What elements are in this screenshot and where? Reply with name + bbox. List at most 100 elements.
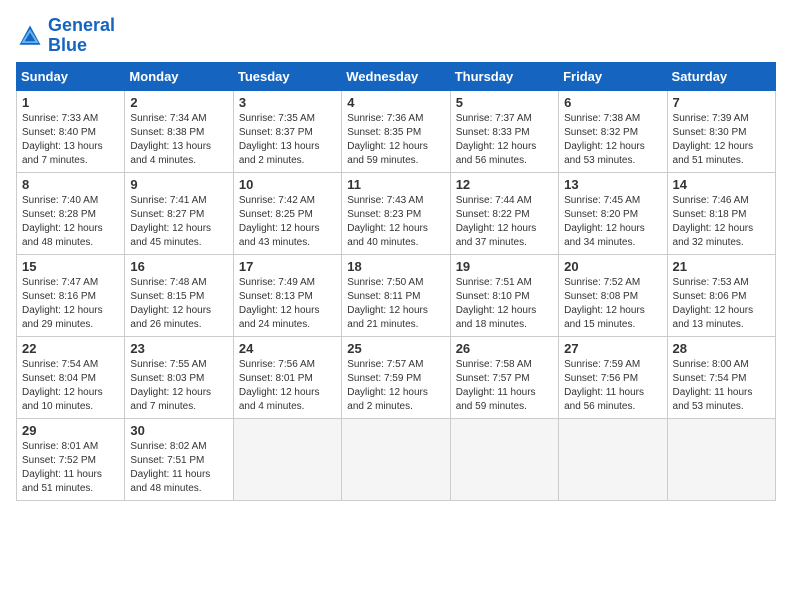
- calendar-cell: 9 Sunrise: 7:41 AMSunset: 8:27 PMDaylight…: [125, 172, 233, 254]
- day-number: 15: [22, 259, 119, 274]
- cell-info: Sunrise: 7:54 AMSunset: 8:04 PMDaylight:…: [22, 358, 119, 414]
- calendar-cell: [450, 418, 558, 500]
- calendar-cell: 28 Sunrise: 8:00 AMSunset: 7:54 PMDayligh…: [667, 336, 775, 418]
- day-number: 16: [130, 259, 227, 274]
- col-header-thursday: Thursday: [450, 62, 558, 90]
- day-number: 1: [22, 95, 119, 110]
- calendar-cell: 13 Sunrise: 7:45 AMSunset: 8:20 PMDayligh…: [559, 172, 667, 254]
- cell-info: Sunrise: 7:37 AMSunset: 8:33 PMDaylight:…: [456, 112, 553, 168]
- day-number: 27: [564, 341, 661, 356]
- calendar-cell: 10 Sunrise: 7:42 AMSunset: 8:25 PMDayligh…: [233, 172, 341, 254]
- day-number: 7: [673, 95, 770, 110]
- day-number: 4: [347, 95, 444, 110]
- calendar-cell: 1 Sunrise: 7:33 AMSunset: 8:40 PMDaylight…: [17, 90, 125, 172]
- week-row-2: 8 Sunrise: 7:40 AMSunset: 8:28 PMDaylight…: [17, 172, 776, 254]
- cell-info: Sunrise: 7:57 AMSunset: 7:59 PMDaylight:…: [347, 358, 444, 414]
- calendar-cell: 16 Sunrise: 7:48 AMSunset: 8:15 PMDayligh…: [125, 254, 233, 336]
- calendar-cell: 7 Sunrise: 7:39 AMSunset: 8:30 PMDaylight…: [667, 90, 775, 172]
- cell-info: Sunrise: 7:40 AMSunset: 8:28 PMDaylight:…: [22, 194, 119, 250]
- day-number: 6: [564, 95, 661, 110]
- cell-info: Sunrise: 7:44 AMSunset: 8:22 PMDaylight:…: [456, 194, 553, 250]
- cell-info: Sunrise: 7:38 AMSunset: 8:32 PMDaylight:…: [564, 112, 661, 168]
- week-row-3: 15 Sunrise: 7:47 AMSunset: 8:16 PMDayligh…: [17, 254, 776, 336]
- logo-icon: [16, 22, 44, 50]
- calendar-cell: 23 Sunrise: 7:55 AMSunset: 8:03 PMDayligh…: [125, 336, 233, 418]
- cell-info: Sunrise: 7:50 AMSunset: 8:11 PMDaylight:…: [347, 276, 444, 332]
- day-number: 9: [130, 177, 227, 192]
- calendar-cell: 26 Sunrise: 7:58 AMSunset: 7:57 PMDayligh…: [450, 336, 558, 418]
- day-number: 21: [673, 259, 770, 274]
- calendar-cell: 19 Sunrise: 7:51 AMSunset: 8:10 PMDayligh…: [450, 254, 558, 336]
- day-number: 5: [456, 95, 553, 110]
- cell-info: Sunrise: 8:00 AMSunset: 7:54 PMDaylight:…: [673, 358, 770, 414]
- calendar-cell: 30 Sunrise: 8:02 AMSunset: 7:51 PMDayligh…: [125, 418, 233, 500]
- cell-info: Sunrise: 7:58 AMSunset: 7:57 PMDaylight:…: [456, 358, 553, 414]
- day-number: 26: [456, 341, 553, 356]
- logo: GeneralBlue: [16, 16, 115, 56]
- calendar-cell: [342, 418, 450, 500]
- day-number: 18: [347, 259, 444, 274]
- calendar-cell: 3 Sunrise: 7:35 AMSunset: 8:37 PMDaylight…: [233, 90, 341, 172]
- day-number: 3: [239, 95, 336, 110]
- day-number: 17: [239, 259, 336, 274]
- day-number: 14: [673, 177, 770, 192]
- calendar-cell: 14 Sunrise: 7:46 AMSunset: 8:18 PMDayligh…: [667, 172, 775, 254]
- calendar-cell: [233, 418, 341, 500]
- cell-info: Sunrise: 7:53 AMSunset: 8:06 PMDaylight:…: [673, 276, 770, 332]
- cell-info: Sunrise: 7:48 AMSunset: 8:15 PMDaylight:…: [130, 276, 227, 332]
- calendar-cell: 18 Sunrise: 7:50 AMSunset: 8:11 PMDayligh…: [342, 254, 450, 336]
- cell-info: Sunrise: 7:34 AMSunset: 8:38 PMDaylight:…: [130, 112, 227, 168]
- day-number: 28: [673, 341, 770, 356]
- calendar-cell: 21 Sunrise: 7:53 AMSunset: 8:06 PMDayligh…: [667, 254, 775, 336]
- cell-info: Sunrise: 7:39 AMSunset: 8:30 PMDaylight:…: [673, 112, 770, 168]
- calendar-cell: 24 Sunrise: 7:56 AMSunset: 8:01 PMDayligh…: [233, 336, 341, 418]
- day-number: 12: [456, 177, 553, 192]
- week-row-4: 22 Sunrise: 7:54 AMSunset: 8:04 PMDayligh…: [17, 336, 776, 418]
- calendar-cell: 6 Sunrise: 7:38 AMSunset: 8:32 PMDaylight…: [559, 90, 667, 172]
- day-number: 24: [239, 341, 336, 356]
- cell-info: Sunrise: 7:33 AMSunset: 8:40 PMDaylight:…: [22, 112, 119, 168]
- day-number: 19: [456, 259, 553, 274]
- calendar-cell: [559, 418, 667, 500]
- cell-info: Sunrise: 7:45 AMSunset: 8:20 PMDaylight:…: [564, 194, 661, 250]
- day-number: 13: [564, 177, 661, 192]
- cell-info: Sunrise: 7:42 AMSunset: 8:25 PMDaylight:…: [239, 194, 336, 250]
- day-number: 10: [239, 177, 336, 192]
- day-number: 8: [22, 177, 119, 192]
- cell-info: Sunrise: 7:41 AMSunset: 8:27 PMDaylight:…: [130, 194, 227, 250]
- calendar-cell: 2 Sunrise: 7:34 AMSunset: 8:38 PMDaylight…: [125, 90, 233, 172]
- day-number: 30: [130, 423, 227, 438]
- cell-info: Sunrise: 7:36 AMSunset: 8:35 PMDaylight:…: [347, 112, 444, 168]
- day-number: 2: [130, 95, 227, 110]
- cell-info: Sunrise: 7:43 AMSunset: 8:23 PMDaylight:…: [347, 194, 444, 250]
- calendar-cell: 20Sunrise: 7:52 AMSunset: 8:08 PMDayligh…: [559, 254, 667, 336]
- calendar-cell: 4 Sunrise: 7:36 AMSunset: 8:35 PMDaylight…: [342, 90, 450, 172]
- cell-info: Sunrise: 7:56 AMSunset: 8:01 PMDaylight:…: [239, 358, 336, 414]
- cell-info: Sunrise: 7:59 AMSunset: 7:56 PMDaylight:…: [564, 358, 661, 414]
- day-number: 25: [347, 341, 444, 356]
- col-header-wednesday: Wednesday: [342, 62, 450, 90]
- cell-info: Sunrise: 7:35 AMSunset: 8:37 PMDaylight:…: [239, 112, 336, 168]
- calendar-cell: 29Sunrise: 8:01 AMSunset: 7:52 PMDayligh…: [17, 418, 125, 500]
- cell-info: Sunrise: 8:01 AMSunset: 7:52 PMDaylight:…: [22, 440, 119, 496]
- calendar-cell: 25 Sunrise: 7:57 AMSunset: 7:59 PMDayligh…: [342, 336, 450, 418]
- calendar-cell: 12 Sunrise: 7:44 AMSunset: 8:22 PMDayligh…: [450, 172, 558, 254]
- cell-info: Sunrise: 7:47 AMSunset: 8:16 PMDaylight:…: [22, 276, 119, 332]
- cell-info: Sunrise: 8:02 AMSunset: 7:51 PMDaylight:…: [130, 440, 227, 496]
- calendar-cell: 11 Sunrise: 7:43 AMSunset: 8:23 PMDayligh…: [342, 172, 450, 254]
- col-header-tuesday: Tuesday: [233, 62, 341, 90]
- col-header-friday: Friday: [559, 62, 667, 90]
- cell-info: Sunrise: 7:46 AMSunset: 8:18 PMDaylight:…: [673, 194, 770, 250]
- calendar-cell: 22 Sunrise: 7:54 AMSunset: 8:04 PMDayligh…: [17, 336, 125, 418]
- logo-text: GeneralBlue: [48, 16, 115, 56]
- day-number: 23: [130, 341, 227, 356]
- calendar-cell: 17 Sunrise: 7:49 AMSunset: 8:13 PMDayligh…: [233, 254, 341, 336]
- calendar-cell: 8 Sunrise: 7:40 AMSunset: 8:28 PMDaylight…: [17, 172, 125, 254]
- cell-info: Sunrise: 7:49 AMSunset: 8:13 PMDaylight:…: [239, 276, 336, 332]
- cell-info: Sunrise: 7:51 AMSunset: 8:10 PMDaylight:…: [456, 276, 553, 332]
- cell-info: Sunrise: 7:55 AMSunset: 8:03 PMDaylight:…: [130, 358, 227, 414]
- week-row-1: 1 Sunrise: 7:33 AMSunset: 8:40 PMDaylight…: [17, 90, 776, 172]
- day-number: 11: [347, 177, 444, 192]
- day-number: 22: [22, 341, 119, 356]
- calendar-cell: 15 Sunrise: 7:47 AMSunset: 8:16 PMDayligh…: [17, 254, 125, 336]
